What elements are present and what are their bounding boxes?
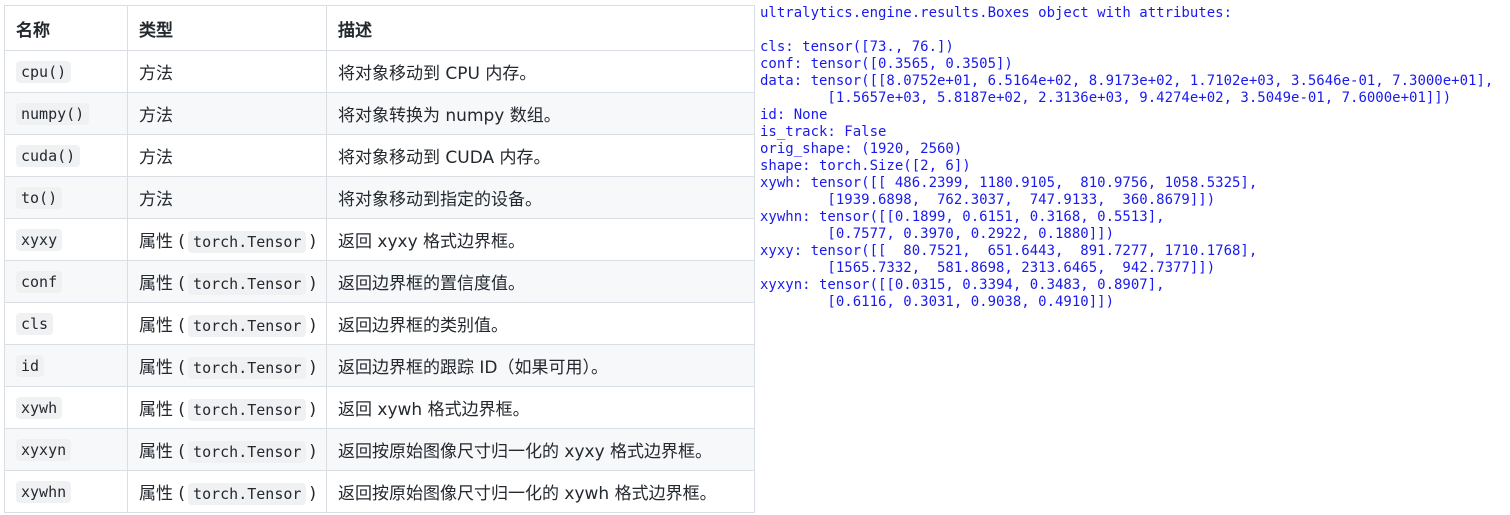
- console-line: xyxy: tensor([[ 80.7521, 651.6443, 891.7…: [760, 243, 1258, 259]
- header-type: 类型: [127, 5, 327, 51]
- console-line: [1565.7332, 581.8698, 2313.6465, 942.737…: [760, 260, 1216, 276]
- console-output: ultralytics.engine.results.Boxes object …: [760, 5, 1510, 515]
- name-cell: conf: [4, 260, 128, 303]
- type-code: torch.Tensor: [188, 483, 307, 505]
- description-cell: 返回 xywh 格式边界框。: [326, 386, 755, 429]
- member-name-code: conf: [16, 270, 63, 293]
- type-code: torch.Tensor: [188, 231, 307, 253]
- member-name-code: xywhn: [16, 480, 72, 503]
- type-cell: 属性 (torch.Tensor): [127, 470, 327, 513]
- console-line: conf: tensor([0.3565, 0.3505]): [760, 56, 1013, 72]
- type-cell: 属性 (torch.Tensor): [127, 386, 327, 429]
- console-line: shape: torch.Size([2, 6]): [760, 158, 971, 174]
- member-name-code: cpu(): [16, 60, 72, 83]
- table-row: conf 属性 (torch.Tensor) 返回边界框的置信度值。: [4, 260, 755, 303]
- type-label: 属性: [139, 232, 173, 252]
- type-cell: 方法: [127, 92, 327, 135]
- table-row: xyxyn 属性 (torch.Tensor) 返回按原始图像尺寸归一化的 xyxy…: [4, 428, 755, 471]
- console-line: xyxyn: tensor([[0.0315, 0.3394, 0.3483, …: [760, 277, 1165, 293]
- name-cell: cpu(): [4, 50, 128, 93]
- table-row: cpu() 方法 将对象移动到 CPU 内存。: [4, 50, 755, 93]
- description-cell: 将对象移动到 CPU 内存。: [326, 50, 755, 93]
- table-row: numpy() 方法 将对象转换为 numpy 数组。: [4, 92, 755, 135]
- description-cell: 返回按原始图像尺寸归一化的 xyxy 格式边界框。: [326, 428, 755, 471]
- type-label: 属性: [139, 442, 173, 462]
- member-name-code: id: [16, 354, 45, 377]
- description-cell: 返回边界框的类别值。: [326, 302, 755, 345]
- header-description: 描述: [326, 5, 755, 51]
- console-line: is_track: False: [760, 124, 887, 140]
- table-row: xyxy 属性 (torch.Tensor) 返回 xyxy 格式边界框。: [4, 218, 755, 261]
- member-name-code: xyxyn: [16, 438, 72, 461]
- description-cell: 将对象转换为 numpy 数组。: [326, 92, 755, 135]
- name-cell: id: [4, 344, 128, 387]
- member-name-code: numpy(): [16, 102, 90, 125]
- console-line: xywh: tensor([[ 486.2399, 1180.9105, 810…: [760, 175, 1258, 191]
- console-line: [1.5657e+03, 5.8187e+02, 2.3136e+03, 9.4…: [760, 90, 1452, 106]
- member-name-code: xyxy: [16, 228, 63, 251]
- description-cell: 返回按原始图像尺寸归一化的 xywh 格式边界框。: [326, 470, 755, 513]
- name-cell: xyxyn: [4, 428, 128, 471]
- console-line: cls: tensor([73., 76.]): [760, 39, 954, 55]
- console-line: orig_shape: (1920, 2560): [760, 141, 963, 157]
- name-cell: xywhn: [4, 470, 128, 513]
- member-name-code: xywh: [16, 396, 63, 419]
- console-line: ultralytics.engine.results.Boxes object …: [760, 5, 1233, 21]
- type-label: 属性: [139, 358, 173, 378]
- type-cell: 属性 (torch.Tensor): [127, 302, 327, 345]
- type-label: 属性: [139, 274, 173, 294]
- name-cell: xywh: [4, 386, 128, 429]
- member-name-code: cls: [16, 312, 54, 335]
- header-name: 名称: [4, 5, 128, 51]
- table-body: cpu() 方法 将对象移动到 CPU 内存。 numpy() 方法 将对象转换为 num…: [4, 50, 755, 513]
- type-cell: 属性 (torch.Tensor): [127, 260, 327, 303]
- description-cell: 返回边界框的置信度值。: [326, 260, 755, 303]
- type-label: 属性: [139, 316, 173, 336]
- type-cell: 方法: [127, 176, 327, 219]
- type-cell: 属性 (torch.Tensor): [127, 344, 327, 387]
- table-header-row: 名称 类型 描述: [4, 5, 755, 51]
- description-cell: 将对象移动到 CUDA 内存。: [326, 134, 755, 177]
- table-row: id 属性 (torch.Tensor) 返回边界框的跟踪 ID（如果可用）。: [4, 344, 755, 387]
- table-row: xywhn 属性 (torch.Tensor) 返回按原始图像尺寸归一化的 xywh…: [4, 470, 755, 513]
- console-line: [0.6116, 0.3031, 0.9038, 0.4910]]): [760, 294, 1115, 310]
- type-code: torch.Tensor: [188, 357, 307, 379]
- attributes-table: 名称 类型 描述 cpu() 方法 将对象移动到 CPU 内存。 numpy() 方法将…: [4, 5, 755, 513]
- type-cell: 方法: [127, 50, 327, 93]
- type-code: torch.Tensor: [188, 315, 307, 337]
- table-row: cuda() 方法 将对象移动到 CUDA 内存。: [4, 134, 755, 177]
- console-line: [0.7577, 0.3970, 0.2922, 0.1880]]): [760, 226, 1115, 242]
- description-cell: 返回 xyxy 格式边界框。: [326, 218, 755, 261]
- type-cell: 属性 (torch.Tensor): [127, 218, 327, 261]
- description-cell: 将对象移动到指定的设备。: [326, 176, 755, 219]
- member-name-code: cuda(): [16, 144, 81, 167]
- type-code: torch.Tensor: [188, 399, 307, 421]
- description-cell: 返回边界框的跟踪 ID（如果可用）。: [326, 344, 755, 387]
- console-line: data: tensor([[8.0752e+01, 6.5164e+02, 8…: [760, 73, 1494, 89]
- table-row: to() 方法 将对象移动到指定的设备。: [4, 176, 755, 219]
- name-cell: xyxy: [4, 218, 128, 261]
- name-cell: cuda(): [4, 134, 128, 177]
- type-code: torch.Tensor: [188, 441, 307, 463]
- type-code: torch.Tensor: [188, 273, 307, 295]
- table-row: cls 属性 (torch.Tensor) 返回边界框的类别值。: [4, 302, 755, 345]
- console-line: [1939.6898, 762.3037, 747.9133, 360.8679…: [760, 192, 1216, 208]
- type-cell: 方法: [127, 134, 327, 177]
- type-label: 属性: [139, 484, 173, 504]
- table-row: xywh 属性 (torch.Tensor) 返回 xywh 格式边界框。: [4, 386, 755, 429]
- name-cell: cls: [4, 302, 128, 345]
- name-cell: numpy(): [4, 92, 128, 135]
- console-line: id: None: [760, 107, 828, 123]
- member-name-code: to(): [16, 186, 63, 209]
- type-cell: 属性 (torch.Tensor): [127, 428, 327, 471]
- type-label: 属性: [139, 400, 173, 420]
- console-line: xywhn: tensor([[0.1899, 0.6151, 0.3168, …: [760, 209, 1165, 225]
- name-cell: to(): [4, 176, 128, 219]
